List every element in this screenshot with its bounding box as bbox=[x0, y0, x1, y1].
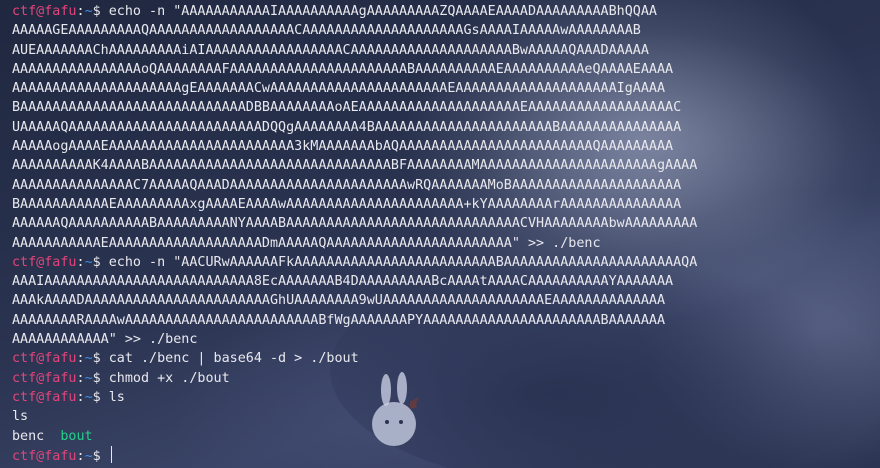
prompt-separator: : bbox=[76, 370, 85, 386]
command-line: ctf@fafu:~$ ls bbox=[12, 388, 697, 407]
prompt-user-host: ctf@fafu bbox=[12, 389, 77, 405]
output-line: AAAAAAAAAAAA" >> ./benc bbox=[12, 330, 697, 349]
output-line: AAAAAAQAAAAAAAAAABAAAAAAAAANYAAAABAAAAAA… bbox=[12, 214, 697, 233]
output-line: AAAAAogAAAAEAAAAAAAAAAAAAAAAAAAAAAA3kMAA… bbox=[12, 137, 697, 156]
output-text: BAAAAAAAAAAAEAAAAAAAAAxgAAAAEAAAAwAAAAAA… bbox=[12, 196, 682, 212]
file-entry: benc bbox=[12, 428, 45, 444]
prompt-path: ~ bbox=[84, 254, 93, 270]
prompt-symbol: $ bbox=[92, 370, 109, 386]
output-text: UAAAAAQAAAAAAAAAAAAAAAAAAAAAAAADQQgAAAAA… bbox=[12, 119, 682, 135]
text-cursor[interactable] bbox=[110, 445, 113, 463]
prompt-separator: : bbox=[76, 448, 85, 464]
command-line: ctf@fafu:~$ cat ./benc | base64 -d > ./b… bbox=[12, 349, 697, 368]
output-line: AAAIAAAAAAAAAAAAAAAAAAAAAAAAAA8EcAAAAAAA… bbox=[12, 272, 697, 291]
output-text: AAAAAogAAAAEAAAAAAAAAAAAAAAAAAAAAAA3kMAA… bbox=[12, 139, 674, 155]
output-line: AUEAAAAAAAChAAAAAAAAAiAIAAAAAAAAAAAAAAAA… bbox=[12, 41, 697, 60]
output-text: AAAAAAAAAAAAAAAAAAAAAgEAAAAAAACwAAAAAAAA… bbox=[12, 81, 666, 97]
command-text[interactable]: chmod +x ./bout bbox=[109, 371, 230, 386]
prompt-symbol: $ bbox=[92, 254, 109, 270]
output-line: AAAkAAAADAAAAAAAAAAAAAAAAAAAAAAAGhUAAAAA… bbox=[12, 291, 697, 310]
output-text: AAAkAAAADAAAAAAAAAAAAAAAAAAAAAAAGhUAAAAA… bbox=[12, 293, 666, 309]
prompt-symbol: $ bbox=[92, 448, 109, 464]
output-text: AAAAAAAARAAAAwAAAAAAAAAAAAAAAAAAAAAAAABf… bbox=[12, 312, 666, 328]
command-line: ctf@fafu:~$ echo -n "AACURwAAAAAAFkAAAAA… bbox=[12, 253, 697, 272]
prompt-path: ~ bbox=[84, 4, 93, 19]
output-line: AAAAAAAAAAK4AAAABAAAAAAAAAAAAAAAAAAAAAAA… bbox=[12, 156, 697, 175]
prompt-user-host: ctf@fafu bbox=[12, 370, 77, 386]
prompt-user-host: ctf@fafu bbox=[12, 448, 77, 464]
prompt-separator: : bbox=[76, 4, 85, 19]
output-line: AAAAAAAAAAAAAAAAoQAAAAAAAAFAAAAAAAAAAAAA… bbox=[12, 60, 697, 79]
output-text: AAAAAAAAAAAAAAAC7AAAAAQAAADAAAAAAAAAAAAA… bbox=[12, 177, 682, 193]
prompt-path: ~ bbox=[84, 389, 93, 405]
prompt-separator: : bbox=[76, 254, 85, 270]
prompt-symbol: $ bbox=[92, 389, 109, 405]
output-text: AAAAAAAAAAK4AAAABAAAAAAAAAAAAAAAAAAAAAAA… bbox=[12, 158, 698, 174]
command-text[interactable]: cat ./benc | base64 -d > ./bout bbox=[109, 351, 359, 366]
output-text: AAAIAAAAAAAAAAAAAAAAAAAAAAAAAA8EcAAAAAAA… bbox=[12, 274, 674, 290]
terminal-output[interactable]: ctf@fafu:~$ echo -n "AAAAAAAAAAAIAAAAAAA… bbox=[0, 0, 697, 465]
output-text: AUEAAAAAAAChAAAAAAAAAiAIAAAAAAAAAAAAAAAA… bbox=[12, 42, 649, 58]
output-line: UAAAAAQAAAAAAAAAAAAAAAAAAAAAAAADQQgAAAAA… bbox=[12, 118, 697, 137]
output-line: AAAAAAAARAAAAwAAAAAAAAAAAAAAAAAAAAAAAABf… bbox=[12, 311, 697, 330]
output-text: AAAAAAQAAAAAAAAAABAAAAAAAAANYAAAABAAAAAA… bbox=[12, 216, 698, 232]
prompt-separator: : bbox=[76, 389, 85, 405]
ls-output: benc bout bbox=[12, 427, 697, 446]
output-line: AAAAAAAAAAAAAAAAAAAAAgEAAAAAAACwAAAAAAAA… bbox=[12, 79, 697, 98]
prompt-symbol: $ bbox=[92, 351, 109, 367]
command-line: ctf@fafu:~$ echo -n "AAAAAAAAAAAIAAAAAAA… bbox=[12, 2, 697, 21]
output-line: ls bbox=[12, 407, 697, 426]
output-line: BAAAAAAAAAAAEAAAAAAAAAxgAAAAEAAAAwAAAAAA… bbox=[12, 195, 697, 214]
prompt-user-host: ctf@fafu bbox=[12, 351, 77, 367]
prompt-user-host: ctf@fafu bbox=[12, 254, 77, 270]
terminal-window[interactable]: ctf@fafu:~$ echo -n "AAAAAAAAAAAIAAAAAAA… bbox=[0, 0, 880, 468]
command-text[interactable]: echo -n "AAAAAAAAAAAIAAAAAAAAAAgAAAAAAAA… bbox=[109, 4, 657, 19]
output-text: AAAAAAAAAAAA" >> ./benc bbox=[12, 332, 198, 348]
output-line: AAAAAGEAAAAAAAAAQAAAAAAAAAAAAAAAAAACAAAA… bbox=[12, 21, 697, 40]
prompt-separator: : bbox=[76, 351, 85, 367]
command-text[interactable]: ls bbox=[109, 390, 125, 405]
output-text: AAAAAGEAAAAAAAAAQAAAAAAAAAAAAAAAAAACAAAA… bbox=[12, 23, 641, 39]
executable-file: bout bbox=[60, 428, 93, 444]
output-text: BAAAAAAAAAAAAAAAAAAAAAAAAAAAADBBAAAAAAAA… bbox=[12, 100, 682, 116]
command-line: ctf@fafu:~$ chmod +x ./bout bbox=[12, 369, 697, 388]
prompt-path: ~ bbox=[84, 448, 93, 464]
command-line: ctf@fafu:~$ bbox=[12, 445, 697, 465]
output-line: AAAAAAAAAAAAAAAC7AAAAAQAAADAAAAAAAAAAAAA… bbox=[12, 176, 697, 195]
output-line: AAAAAAAAAAAEAAAAAAAAAAAAAAAAAAADmAAAAAQA… bbox=[12, 234, 697, 253]
prompt-path: ~ bbox=[84, 370, 93, 386]
output-line: BAAAAAAAAAAAAAAAAAAAAAAAAAAAADBBAAAAAAAA… bbox=[12, 98, 697, 117]
output-text: ls bbox=[12, 409, 29, 425]
command-text[interactable]: echo -n "AACURwAAAAAAFkAAAAAAAAAAAAAAAAA… bbox=[109, 255, 698, 270]
output-text: AAAAAAAAAAAAAAAAoQAAAAAAAAFAAAAAAAAAAAAA… bbox=[12, 61, 674, 77]
output-text: AAAAAAAAAAAEAAAAAAAAAAAAAAAAAAADmAAAAAQA… bbox=[12, 235, 601, 251]
prompt-path: ~ bbox=[84, 351, 93, 367]
prompt-user-host: ctf@fafu bbox=[12, 4, 77, 19]
prompt-symbol: $ bbox=[92, 4, 109, 19]
